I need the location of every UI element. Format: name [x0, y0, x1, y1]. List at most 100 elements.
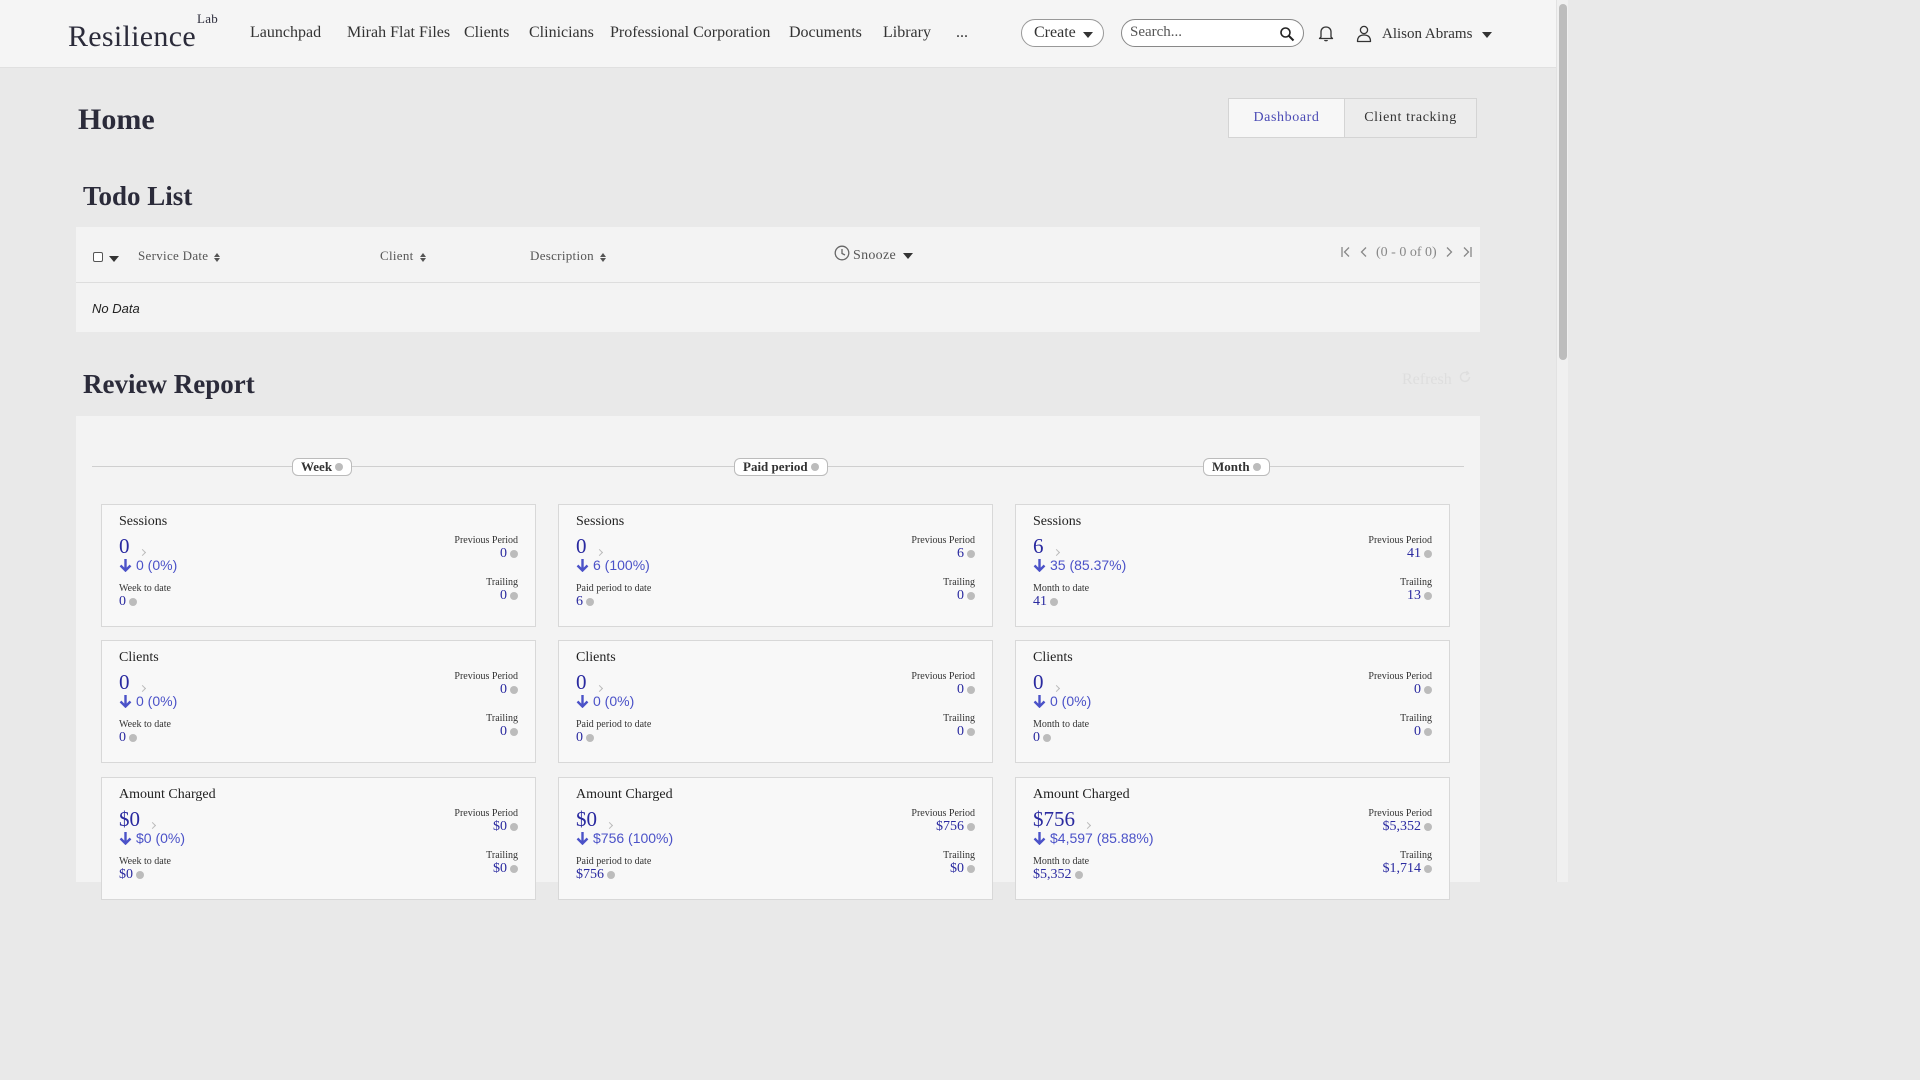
- nav-item-launchpad[interactable]: Launchpad: [250, 24, 321, 42]
- metric-value[interactable]: $756: [1033, 807, 1092, 832]
- chevron-down-icon: [1082, 32, 1093, 38]
- help-icon[interactable]: [1424, 591, 1432, 600]
- search-icon[interactable]: [1279, 26, 1295, 42]
- help-icon[interactable]: [129, 733, 137, 742]
- help-icon[interactable]: [967, 685, 975, 694]
- help-icon[interactable]: [1252, 463, 1261, 471]
- nav-item-clients[interactable]: Clients: [464, 24, 509, 42]
- help-icon[interactable]: [967, 591, 975, 600]
- trailing-value-text: 0: [1414, 724, 1421, 739]
- nav-item-library[interactable]: Library: [883, 24, 931, 42]
- bell-icon[interactable]: [1317, 24, 1335, 42]
- user-icon[interactable]: [1356, 25, 1372, 43]
- column-description[interactable]: Description: [530, 248, 606, 264]
- help-icon[interactable]: [510, 591, 518, 600]
- snooze-dropdown[interactable]: Snooze: [834, 245, 914, 264]
- help-icon[interactable]: [1050, 597, 1058, 606]
- nav-item-professional-corporation[interactable]: Professional Corporation: [610, 24, 770, 42]
- help-icon[interactable]: [510, 685, 518, 694]
- todo-panel: Service Date Client Description Snooze (…: [76, 227, 1480, 332]
- to-date-value: $5,352: [1033, 867, 1083, 883]
- nav-item-mirah-flat-files[interactable]: Mirah Flat Files: [347, 24, 450, 42]
- chevron-down-icon[interactable]: [109, 256, 119, 262]
- help-icon[interactable]: [967, 822, 975, 831]
- previous-period-value-text: 41: [1407, 546, 1421, 561]
- help-icon[interactable]: [510, 822, 518, 831]
- metric-value-text: $756: [1033, 807, 1075, 831]
- help-icon[interactable]: [1424, 549, 1432, 558]
- metric-value[interactable]: $0: [576, 807, 614, 832]
- metric-value[interactable]: 0: [119, 534, 146, 559]
- refresh-button[interactable]: Refresh: [1402, 370, 1472, 389]
- nav-item-more[interactable]: ...: [956, 24, 968, 42]
- trailing-label: Trailing: [943, 713, 975, 724]
- metric-card-clients: Clients 0 0 (0%) Week to date 0 Previous Peri…: [101, 640, 536, 763]
- help-icon[interactable]: [129, 597, 137, 606]
- arrow-down-icon: [1033, 559, 1046, 572]
- first-page-icon[interactable]: [1340, 246, 1352, 258]
- help-icon[interactable]: [967, 549, 975, 558]
- period-paid-period[interactable]: Paid period: [734, 458, 828, 476]
- help-icon[interactable]: [967, 864, 975, 873]
- help-icon[interactable]: [810, 463, 819, 471]
- previous-period-value-text: $5,352: [1382, 819, 1422, 834]
- help-icon[interactable]: [586, 733, 594, 742]
- previous-period-label: Previous Period: [1368, 535, 1432, 546]
- metric-card-amount-charged: Amount Charged $756 $4,597 (85.88%) Month t…: [1015, 777, 1450, 900]
- metric-value[interactable]: 0: [119, 670, 146, 695]
- help-icon[interactable]: [510, 864, 518, 873]
- previous-period-value-text: $756: [936, 819, 964, 834]
- metric-value[interactable]: 0: [1033, 670, 1060, 695]
- page-title: Home: [78, 103, 155, 136]
- help-icon[interactable]: [510, 727, 518, 736]
- period-month-label: Month: [1212, 459, 1250, 474]
- metric-value[interactable]: 6: [1033, 534, 1060, 559]
- trailing-value: 0: [1414, 724, 1432, 740]
- help-icon[interactable]: [607, 870, 615, 879]
- nav-item-documents[interactable]: Documents: [789, 24, 862, 42]
- user-menu[interactable]: Alison Abrams: [1382, 26, 1493, 43]
- help-icon[interactable]: [510, 549, 518, 558]
- trailing-value-text: $1,714: [1382, 861, 1422, 876]
- period-month[interactable]: Month: [1203, 458, 1270, 476]
- help-icon[interactable]: [335, 463, 344, 471]
- help-icon[interactable]: [586, 597, 594, 606]
- column-service-date[interactable]: Service Date: [138, 248, 221, 264]
- column-client[interactable]: Client: [380, 248, 426, 264]
- metric-delta-text: 0 (0%): [593, 693, 635, 709]
- last-page-icon[interactable]: [1461, 246, 1473, 258]
- period-week[interactable]: Week: [292, 458, 353, 476]
- tab-dashboard[interactable]: Dashboard: [1228, 98, 1345, 138]
- metric-card-sessions: Sessions 6 35 (85.37%) Month to date 41 Previ…: [1015, 504, 1450, 627]
- arrow-down-icon: [576, 832, 589, 845]
- metric-value[interactable]: 0: [576, 670, 603, 695]
- previous-period-value-text: 0: [1414, 682, 1421, 697]
- help-icon[interactable]: [1043, 733, 1051, 742]
- scrollbar-thumb[interactable]: [1559, 4, 1567, 360]
- trailing-value: 0: [957, 588, 975, 604]
- help-icon[interactable]: [136, 870, 144, 879]
- help-icon[interactable]: [1424, 685, 1432, 694]
- next-page-icon[interactable]: [1443, 246, 1455, 258]
- help-icon[interactable]: [1424, 822, 1432, 831]
- help-icon[interactable]: [1074, 870, 1083, 879]
- create-button[interactable]: Create: [1021, 19, 1104, 47]
- metric-title: Amount Charged: [119, 787, 216, 802]
- nav-item-clinicians[interactable]: Clinicians: [529, 24, 594, 42]
- metric-value[interactable]: $0: [119, 807, 157, 832]
- tab-client-tracking[interactable]: Client tracking: [1344, 98, 1477, 138]
- help-icon[interactable]: [1424, 864, 1432, 873]
- arrow-down-icon: [119, 559, 132, 572]
- metric-value[interactable]: 0: [576, 534, 603, 559]
- search-input[interactable]: [1130, 24, 1270, 41]
- previous-page-icon[interactable]: [1358, 246, 1370, 258]
- help-icon[interactable]: [967, 727, 975, 736]
- to-date-value-text: 0: [1033, 730, 1040, 745]
- previous-period-label: Previous Period: [911, 671, 975, 682]
- select-all-checkbox[interactable]: [93, 252, 103, 262]
- app-logo[interactable]: ResilienceLab: [68, 11, 218, 54]
- vertical-scrollbar[interactable]: [1556, 0, 1568, 882]
- sort-icon: [599, 252, 606, 262]
- chevron-right-icon: [148, 821, 157, 829]
- help-icon[interactable]: [1424, 727, 1432, 736]
